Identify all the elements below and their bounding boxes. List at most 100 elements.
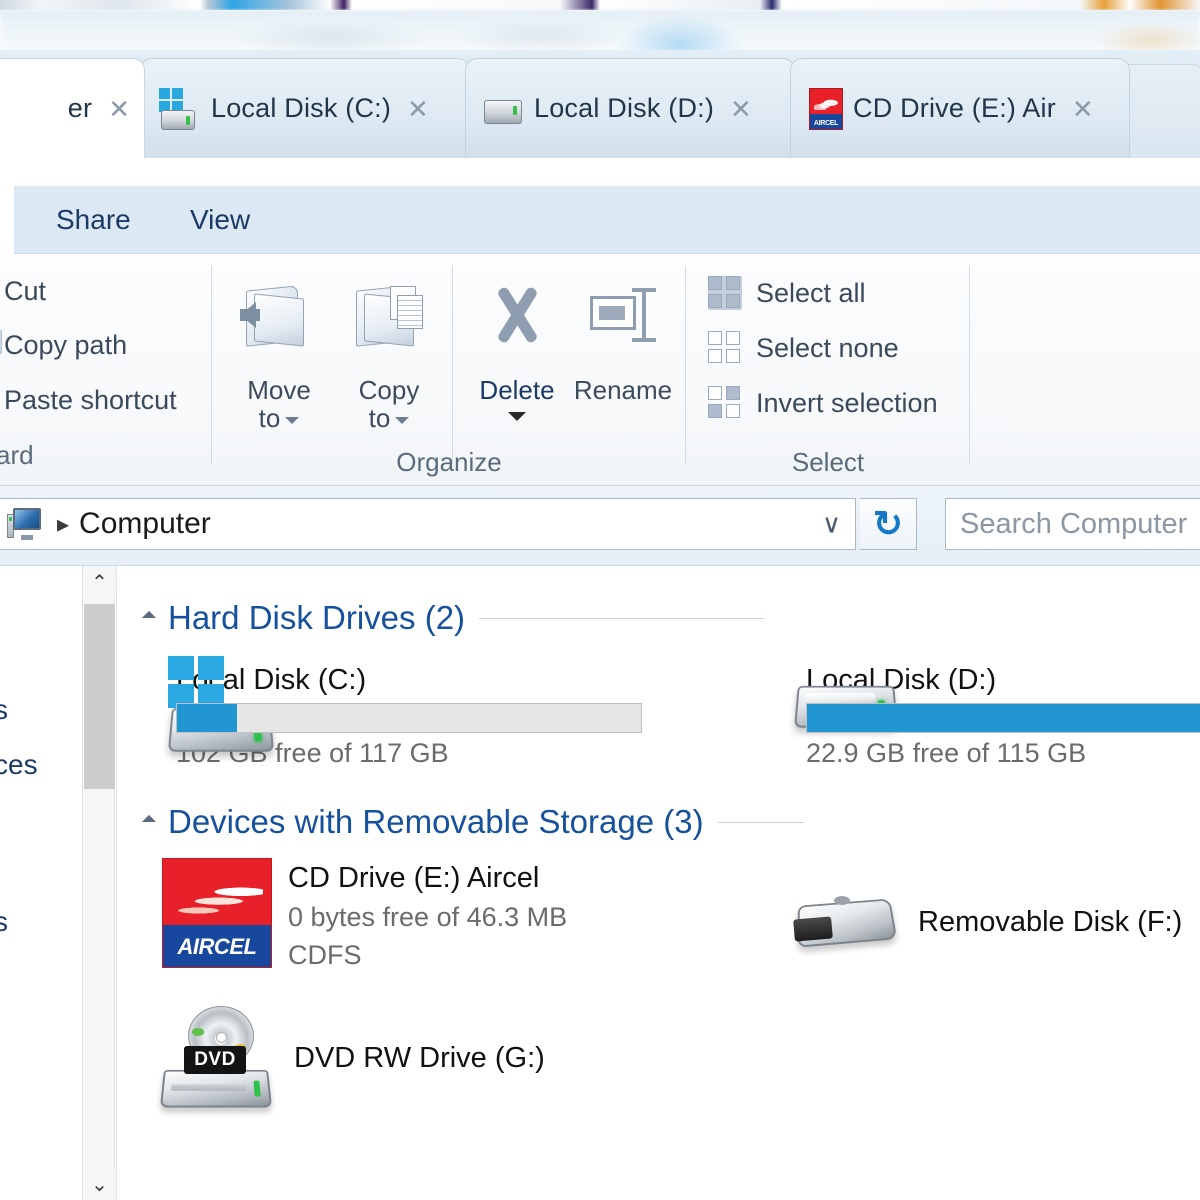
move-to-button[interactable]: Move to [224,272,334,432]
tab-strip: er ✕ Local Disk (C:) ✕ Local Disk (D:) ✕… [0,50,1200,158]
search-input[interactable]: Search Computer [945,498,1200,550]
content-area: s ces s ⌃ ⌄ Hard Disk Drives (2) Local D… [0,565,1200,1200]
nav-item-fragment-2[interactable]: ces [0,749,38,781]
hdd-windows-icon [159,87,201,130]
breadcrumb-separator[interactable]: ▸ [57,510,69,539]
tab-local-disk-d[interactable]: Local Disk (D:) ✕ [465,58,795,158]
nav-item-fragment-1[interactable]: s [0,694,8,726]
group-header-hard-disk-drives[interactable]: Hard Disk Drives (2) [141,599,764,637]
scroll-down-icon[interactable]: ⌄ [83,1168,116,1200]
drive-item-d[interactable]: Local Disk (D:) 22.9 GB free of 115 GB [792,656,1200,769]
tab-label: CD Drive (E:) Air [853,93,1056,123]
drive-capacity-text: 22.9 GB free of 115 GB [806,738,1087,768]
move-to-label-line1: Move [247,375,311,405]
breadcrumb-computer[interactable]: Computer [79,507,211,541]
chevron-down-icon[interactable]: ∨ [822,509,841,540]
copy-to-label-line2: to [368,403,391,434]
drive-name: DVD RW Drive (G:) [294,1041,545,1074]
tab-label: Local Disk (D:) [534,93,715,123]
capacity-bar [806,703,1200,733]
select-all-label: Select all [756,277,866,308]
file-explorer-window: er ✕ Local Disk (C:) ✕ Local Disk (D:) ✕… [0,0,1200,1200]
close-icon[interactable]: ✕ [108,96,130,122]
collapse-triangle-icon[interactable] [141,814,157,830]
rename-label: Rename [573,375,673,405]
group-title: Hard Disk Drives (2) [168,599,466,636]
ribbon-group-select: Select all Select none Invert selection … [686,254,970,486]
select-all-icon [708,276,742,310]
collapse-triangle-icon[interactable] [141,610,157,626]
tab-cd-drive-e[interactable]: CD Drive (E:) Air ✕ [790,58,1130,158]
ribbon-tab-row: Share View [0,186,1200,254]
drive-item-g[interactable]: DVD DVD RW Drive (G:) [159,1006,682,1110]
ribbon-group-organize: Move to Copy to Delete Rename Organize [212,254,686,486]
tab-label: er [67,93,93,123]
rename-button[interactable]: Rename [568,272,678,404]
invert-selection-button[interactable]: Invert selection [708,386,938,420]
aircel-disc-icon: AIRCEL [162,858,272,968]
select-none-icon [708,331,742,365]
group-divider [452,266,453,464]
chevron-down-icon[interactable] [395,416,410,424]
ribbon-tab-clipped-stub [0,186,14,254]
close-icon[interactable]: ✕ [730,96,752,122]
paste-shortcut-button[interactable]: Paste shortcut [4,385,177,416]
navigation-pane[interactable]: s ces s [0,566,82,1200]
desktop-bleed-strip [0,0,1200,10]
select-none-button[interactable]: Select none [708,331,899,365]
delete-button[interactable]: Delete [462,272,572,422]
move-to-label-line2: to [258,403,281,434]
nav-item-fragment-3[interactable]: s [0,906,8,938]
drive-item-f[interactable]: Removable Disk (F:) [792,886,1200,958]
scrollbar-thumb[interactable] [84,604,115,789]
tab-view[interactable]: View [172,186,268,254]
hdd-icon [484,94,524,124]
search-placeholder: Search Computer [960,507,1188,540]
aircel-disc-icon [809,87,843,130]
chevron-down-icon[interactable] [285,416,300,424]
refresh-button[interactable]: ↻ [860,498,917,550]
group-title: Devices with Removable Storage (3) [168,803,704,840]
copy-to-button[interactable]: Copy to [334,272,444,432]
dvd-label-text: DVD [184,1046,246,1074]
tab-local-disk-c[interactable]: Local Disk (C:) ✕ [140,58,470,158]
drive-list: Hard Disk Drives (2) Local Disk (C:) 102… [117,566,1200,1200]
usb-drive-icon [792,886,902,958]
cut-button[interactable]: Cut [4,276,46,307]
ribbon: Cut Copy path Paste shortcut ard Move to [0,254,1200,486]
aircel-logo-text: AIRCEL [177,934,257,959]
address-bar[interactable]: ▸ Computer ∨ [0,498,856,550]
copy-path-icon [0,330,2,354]
drive-name: CD Drive (E:) Aircel [288,862,540,894]
drive-name: Removable Disk (F:) [918,905,1183,938]
select-all-button[interactable]: Select all [708,276,866,310]
vertical-scrollbar[interactable]: ⌃ ⌄ [82,566,116,1200]
ribbon-group-clipboard: Cut Copy path Paste shortcut ard [0,254,212,486]
drive-capacity-text: 0 bytes free of 46.3 MB [288,902,568,932]
scroll-up-icon[interactable]: ⌃ [83,566,116,599]
drive-item-c[interactable]: Local Disk (C:) 102 GB free of 117 GB [162,656,642,769]
tab-active-clipped[interactable]: er ✕ [0,58,145,158]
copy-path-button[interactable]: Copy path [4,330,127,361]
invert-selection-icon [708,386,742,420]
ribbon-group-label-select: Select [791,447,865,477]
close-icon[interactable]: ✕ [1072,96,1094,122]
close-icon[interactable]: ✕ [407,96,429,122]
copy-to-label-line1: Copy [358,375,420,405]
tab-label: Local Disk (C:) [211,93,392,123]
address-bar-row: ▸ Computer ∨ ↻ Search Computer [0,486,1200,565]
group-header-removable-storage[interactable]: Devices with Removable Storage (3) [141,803,804,841]
capacity-bar [176,703,642,733]
tab-share[interactable]: Share [38,186,149,254]
drive-filesystem: CDFS [288,940,362,970]
refresh-icon: ↻ [872,503,904,544]
ribbon-group-label-clipboard: ard [0,440,34,470]
delete-label: Delete [479,375,555,405]
rename-icon [568,272,678,376]
chevron-down-icon[interactable] [508,412,526,422]
ribbon-tab-label: View [190,204,251,235]
drive-item-e[interactable]: AIRCEL CD Drive (E:) Aircel 0 bytes free… [162,858,642,971]
capacity-bar-fill [807,704,1200,732]
group-divider [969,266,970,464]
delete-x-icon [462,272,572,376]
